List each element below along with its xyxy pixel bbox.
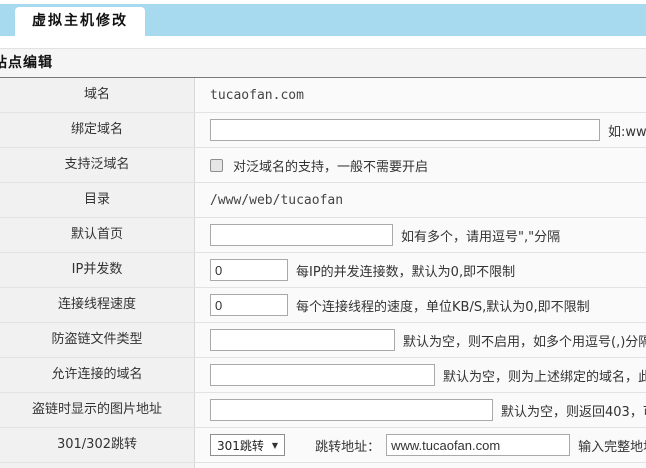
hotlink-image-url-note: 默认为空，则返回403，可 [501,401,646,420]
hotlink-file-types-note: 默认为空，则不启用，如多个用逗号(,)分隔 [403,331,646,350]
bind-domain-note: 如:www [608,121,646,140]
tab-virtual-host-edit[interactable]: 虚拟主机修改 [15,7,145,36]
field-label-allowed-domains: 允许连接的域名 [0,358,195,392]
domain-value: tucaofan.com [210,88,304,103]
default-index-note: 如有多个，请用逗号","分隔 [401,226,560,245]
field-label-partial [0,463,195,468]
wildcard-domain-checkbox[interactable] [210,159,223,172]
ip-concurrency-note: 每IP的并发连接数，默认为0,即不限制 [296,261,515,280]
table-row: 目录/www/web/tucaofan [0,183,646,218]
table-row: 绑定域名 如:www [0,113,646,148]
table-row: IP并发数 每IP的并发连接数，默认为0,即不限制 [0,253,646,288]
table-row: 支持泛域名 对泛域名的支持，一般不需要开启 [0,148,646,183]
field-content-domain: tucaofan.com [195,78,646,112]
allowed-domains-input[interactable] [210,364,435,386]
table-row: 盗链时显示的图片地址 默认为空，则返回403，可 [0,393,646,428]
allowed-domains-note: 默认为空，则为上述绑定的域名，此处 [443,366,646,385]
field-content-allowed-domains: 默认为空，则为上述绑定的域名，此处 [195,358,646,392]
wildcard-domain-note: 对泛域名的支持，一般不需要开启 [233,156,428,175]
page-title: 站点编辑 [0,49,646,77]
field-content-bind-domain: 如:www [195,113,646,147]
table-row [0,463,646,468]
redirect-note: 输入完整地址 [578,436,646,455]
chevron-down-icon: ▼ [272,441,278,450]
field-label-thread-speed: 连接线程速度 [0,288,195,322]
table-row: 防盗链文件类型 默认为空，则不启用，如多个用逗号(,)分隔 [0,323,646,358]
settings-table: 域名 tucaofan.com 绑定域名 如:www 支持泛域名 对泛域名的支持，一般不需… [0,78,646,468]
field-content-wildcard-domain: 对泛域名的支持，一般不需要开启 [195,148,646,182]
field-content-hotlink-image-url: 默认为空，则返回403，可 [195,393,646,427]
field-content-redirect: 301跳转 ▼ 跳转地址： 输入完整地址 [195,428,646,462]
field-label-hotlink-image-url: 盗链时显示的图片地址 [0,393,195,427]
redirect-address-label: 跳转地址： [315,436,380,455]
field-label-ip-concurrency: IP并发数 [0,253,195,287]
thread-speed-input[interactable] [210,294,288,316]
thread-speed-note: 每个连接线程的速度，单位KB/S,默认为0,即不限制 [296,296,590,315]
field-label-directory: 目录 [0,183,195,217]
site-edit-panel: 站点编辑 域名 tucaofan.com 绑定域名 如:www 支持泛域名 对泛域名的支持… [0,48,646,468]
field-content-partial [195,463,646,468]
table-row: 301/302跳转 301跳转 ▼ 跳转地址： 输入完整地址 [0,428,646,463]
table-row: 允许连接的域名 默认为空，则为上述绑定的域名，此处 [0,358,646,393]
field-content-hotlink-file-types: 默认为空，则不启用，如多个用逗号(,)分隔 [195,323,646,357]
redirect-address-input[interactable] [386,434,570,456]
hotlink-file-types-input[interactable] [210,329,395,351]
field-content-directory: /www/web/tucaofan [195,183,646,217]
table-row: 域名 tucaofan.com [0,78,646,113]
field-content-default-index: 如有多个，请用逗号","分隔 [195,218,646,252]
table-row: 连接线程速度 每个连接线程的速度，单位KB/S,默认为0,即不限制 [0,288,646,323]
field-label-bind-domain: 绑定域名 [0,113,195,147]
field-content-ip-concurrency: 每IP的并发连接数，默认为0,即不限制 [195,253,646,287]
field-content-thread-speed: 每个连接线程的速度，单位KB/S,默认为0,即不限制 [195,288,646,322]
section-header: 站点编辑 [0,49,646,78]
field-label-redirect: 301/302跳转 [0,428,195,462]
bind-domain-input[interactable] [210,119,600,141]
field-label-hotlink-file-types: 防盗链文件类型 [0,323,195,357]
table-row: 默认首页 如有多个，请用逗号","分隔 [0,218,646,253]
field-label-wildcard-domain: 支持泛域名 [0,148,195,182]
tab-bar: 虚拟主机修改 [0,4,646,36]
field-label-default-index: 默认首页 [0,218,195,252]
default-index-input[interactable] [210,224,393,246]
redirect-type-selected-value: 301跳转 [217,437,264,454]
directory-value: /www/web/tucaofan [210,193,343,208]
redirect-type-select[interactable]: 301跳转 ▼ [210,434,285,456]
field-label-domain: 域名 [0,78,195,112]
ip-concurrency-input[interactable] [210,259,288,281]
hotlink-image-url-input[interactable] [210,399,493,421]
